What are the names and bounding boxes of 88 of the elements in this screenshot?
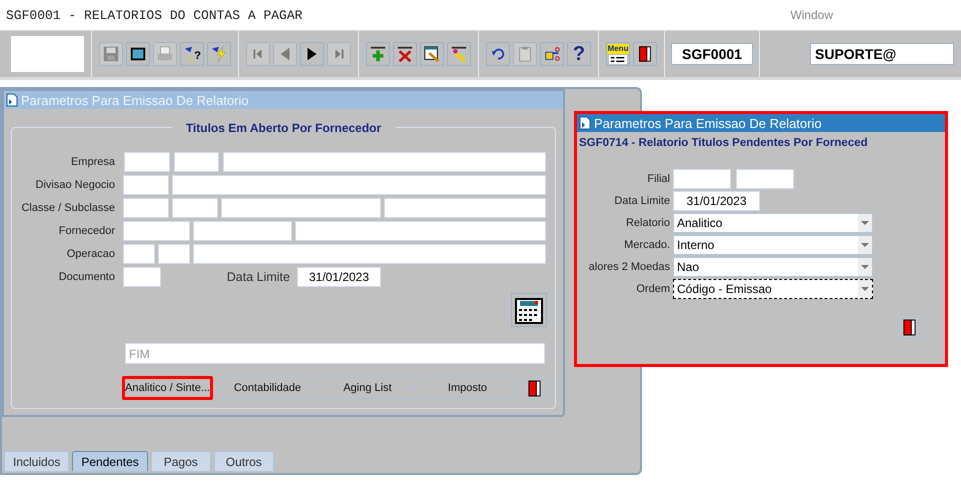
execute-button[interactable]: [207, 42, 231, 66]
text-field[interactable]: [295, 220, 546, 240]
tab[interactable]: Pendentes: [72, 451, 148, 471]
edit-button[interactable]: [420, 42, 444, 66]
form-button[interactable]: Imposto: [422, 376, 513, 400]
door-icon: [528, 380, 541, 396]
help-button[interactable]: ?: [567, 42, 591, 66]
calendar-button[interactable]: [511, 293, 547, 327]
date-field[interactable]: 31/01/2023: [297, 267, 381, 287]
frame-title: Titulos Em Aberto Por Fornecedor: [172, 121, 396, 135]
text-field[interactable]: [174, 152, 219, 172]
field-label: alores 2 Moedas: [588, 261, 670, 273]
form-button[interactable]: Contabilidade: [222, 376, 313, 400]
field-label: Fornecedor: [58, 224, 116, 236]
form-button[interactable]: Aging List: [322, 376, 413, 400]
exit-button[interactable]: [633, 42, 657, 66]
door-icon: [636, 45, 654, 63]
text-field[interactable]: [223, 152, 546, 172]
window-title: Parametros Para Emissao De Relatorio: [21, 92, 249, 108]
caret-icon: [858, 280, 872, 298]
text-field[interactable]: [123, 174, 169, 194]
field-label: Divisao Negocio: [34, 178, 116, 190]
window-button[interactable]: [126, 42, 150, 66]
clear-button[interactable]: [447, 42, 471, 66]
text-field[interactable]: [123, 198, 169, 218]
exit-button[interactable]: [522, 376, 547, 400]
dropdown[interactable]: Interno: [673, 235, 873, 255]
text-field[interactable]: [221, 198, 381, 218]
text-field[interactable]: [384, 198, 546, 218]
text-field[interactable]: [736, 169, 794, 189]
cross-icon: [396, 45, 414, 63]
tab[interactable]: Incluidos: [4, 451, 70, 471]
message-field[interactable]: FIM: [125, 343, 545, 364]
dropdown[interactable]: Analitico: [673, 213, 873, 233]
monitor-icon: [129, 45, 147, 63]
plus-icon: [369, 45, 387, 63]
text-field[interactable]: [673, 169, 731, 189]
insert-button[interactable]: [366, 42, 390, 66]
text-field[interactable]: [123, 244, 155, 264]
field-label: Data Limite: [226, 270, 291, 284]
query-button[interactable]: ?: [180, 42, 204, 66]
text-field[interactable]: [193, 244, 546, 264]
clipboard-icon: [516, 45, 534, 63]
field-label: Classe / Subclasse: [20, 202, 116, 214]
tab[interactable]: Outros: [214, 451, 274, 471]
caret-icon: [858, 214, 872, 232]
text-field[interactable]: [123, 220, 190, 240]
user-field: SUPORTE@: [810, 43, 954, 65]
text-field[interactable]: [124, 152, 170, 172]
printer-icon: [156, 45, 174, 63]
date-field[interactable]: 31/01/2023: [673, 191, 760, 211]
text-field[interactable]: [172, 198, 218, 218]
field-label: Documento: [58, 271, 116, 283]
field-label: Filial: [646, 173, 670, 185]
text-field[interactable]: [193, 220, 292, 240]
report-heading: SGF0714 - Relatorio Titulos Pendentes Por Forneced: [578, 136, 869, 149]
exit-button[interactable]: [897, 315, 922, 339]
field-label: Relatorio: [624, 217, 670, 229]
delete-button[interactable]: [393, 42, 417, 66]
caret-icon: [858, 258, 872, 276]
eraser-icon: [450, 45, 468, 63]
field-label: Operacao: [66, 248, 116, 260]
text-field[interactable]: [123, 267, 161, 287]
tab[interactable]: Pagos: [150, 451, 211, 471]
field-label: Ordem: [635, 283, 670, 295]
window-pen-icon: [423, 45, 441, 63]
form-code-field: SGF0001: [671, 43, 753, 65]
list-icon: [609, 55, 627, 64]
field-label: Mercado.: [623, 239, 670, 251]
caret-icon: [858, 236, 872, 254]
next-button[interactable]: [300, 42, 324, 66]
door-icon: [903, 318, 916, 336]
lightning-icon: [210, 45, 228, 63]
calculator-icon: [514, 295, 544, 325]
dropdown[interactable]: Nao: [673, 257, 873, 277]
text-field[interactable]: [158, 244, 190, 264]
window-title: Parametros Para Emissao De Relatorio: [594, 116, 822, 130]
text-field[interactable]: [172, 174, 546, 194]
field-label: Data Limite: [613, 195, 670, 207]
form-button[interactable]: Analitico / Sinte...: [122, 376, 213, 400]
form-icon: [579, 116, 591, 130]
dropdown[interactable]: Código - Emissao: [673, 279, 873, 299]
window-title: SGF0001 - RELATORIOS DO CONTAS A PAGAR: [6, 8, 302, 22]
menu-button[interactable]: Menu: [606, 42, 630, 66]
window-menu[interactable]: Window: [790, 8, 833, 22]
form-icon: [6, 93, 18, 107]
field-label: Empresa: [70, 156, 116, 168]
undo-button[interactable]: [486, 42, 510, 66]
